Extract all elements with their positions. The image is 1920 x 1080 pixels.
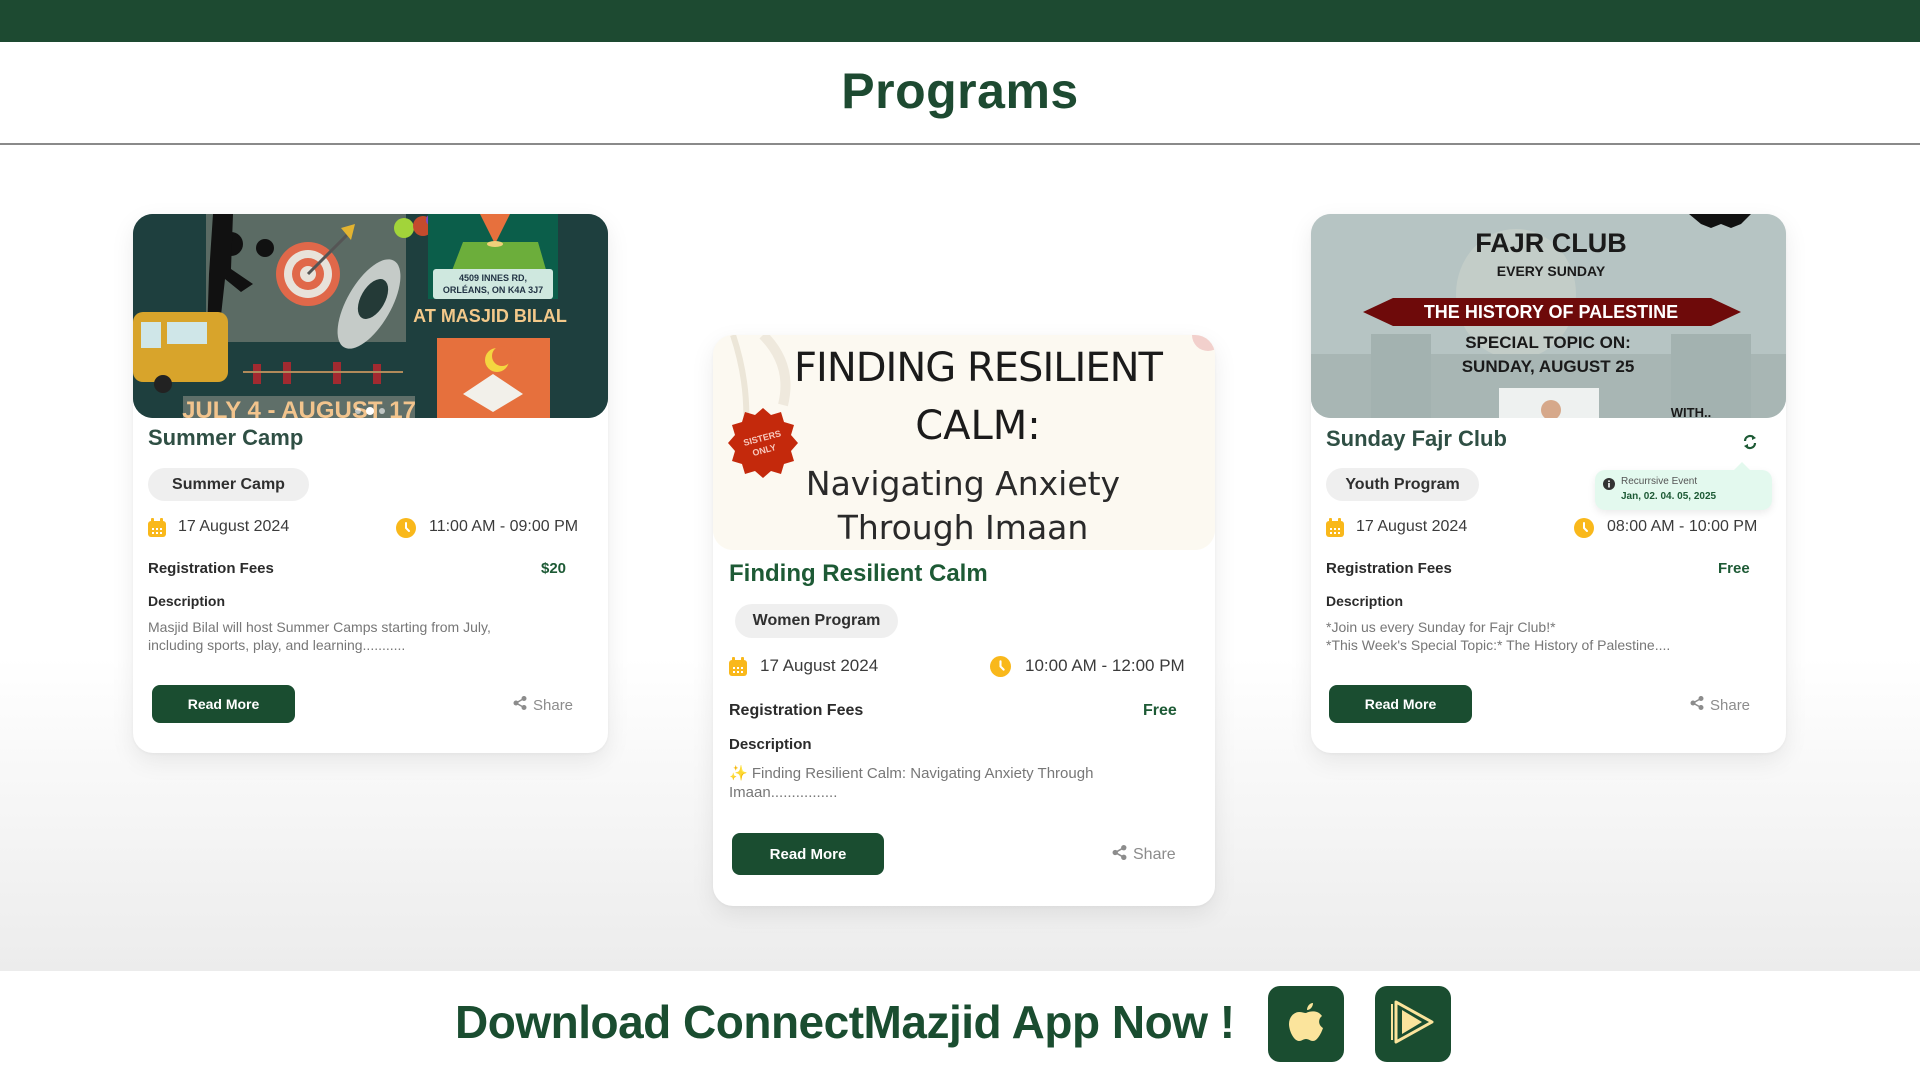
- program-card-sunday-fajr-club: FAJR CLUB EVERY SUNDAY THE HISTORY OF PA…: [1311, 214, 1786, 753]
- program-time: 08:00 AM - 10:00 PM: [1607, 518, 1758, 535]
- share-button[interactable]: Share: [1112, 845, 1176, 865]
- description-label: Description: [1326, 593, 1404, 609]
- clock-icon: [396, 518, 416, 543]
- fees-label: Registration Fees: [148, 560, 274, 577]
- share-icon: [1690, 696, 1704, 714]
- program-title[interactable]: Sunday Fajr Club: [1326, 426, 1507, 452]
- program-image[interactable]: 4509 INNES RD, ORLÉANS, ON K4A 3J7 AT MA…: [133, 214, 608, 418]
- program-description: Masjid Bilal will host Summer Camps star…: [148, 619, 491, 653]
- image-line5: WITH..: [1671, 405, 1711, 418]
- read-more-button[interactable]: Read More: [152, 685, 295, 723]
- play-store-button[interactable]: [1375, 986, 1451, 1062]
- category-tag: Summer Camp: [148, 468, 309, 501]
- image-line3: Navigating Anxiety: [806, 464, 1120, 503]
- share-icon: [1112, 845, 1127, 865]
- description-line1: *Join us every Sunday for Fajr Club!*: [1326, 619, 1556, 635]
- page-title: Programs: [841, 63, 1079, 119]
- program-time: 10:00 AM - 12:00 PM: [1025, 656, 1185, 675]
- image-line1: FINDING RESILIENT: [794, 345, 1163, 391]
- image-line4: Through Imaan: [837, 508, 1089, 547]
- share-button[interactable]: Share: [513, 696, 573, 714]
- image-line4: SUNDAY, AUGUST 25: [1462, 357, 1635, 376]
- program-date: 17 August 2024: [178, 518, 290, 535]
- fees-value: $20: [541, 560, 567, 577]
- calendar-icon: [148, 518, 166, 542]
- program-date: 17 August 2024: [1356, 518, 1468, 535]
- share-label: Share: [533, 696, 574, 714]
- program-time: 11:00 AM - 09:00 PM: [429, 518, 579, 535]
- calendar-icon: [1326, 518, 1344, 542]
- top-bar: [0, 0, 1920, 42]
- category-tag: Youth Program: [1326, 468, 1479, 501]
- program-image[interactable]: FINDING RESILIENT CALM: Navigating Anxie…: [713, 335, 1215, 550]
- image-line2: EVERY SUNDAY: [1497, 263, 1606, 279]
- image-banner: THE HISTORY OF PALESTINE: [1424, 302, 1678, 322]
- info-icon: [1603, 477, 1615, 495]
- share-icon: [513, 696, 527, 714]
- program-date: 17 August 2024: [760, 656, 879, 675]
- share-label: Share: [1710, 696, 1751, 714]
- tooltip-dates: Jan, 02. 04. 05, 2025: [1621, 491, 1717, 502]
- program-card-summer-camp: 4509 INNES RD, ORLÉANS, ON K4A 3J7 AT MA…: [133, 214, 608, 753]
- description-label: Description: [729, 736, 812, 753]
- tooltip-title: Recurrsive Event: [1621, 476, 1698, 487]
- description-label: Description: [148, 593, 226, 609]
- program-description: *Join us every Sunday for Fajr Club!* *T…: [1326, 619, 1746, 655]
- read-more-button[interactable]: Read More: [732, 833, 884, 875]
- fees-value: Free: [1718, 560, 1750, 577]
- clock-icon: [1574, 518, 1594, 543]
- fees-label: Registration Fees: [729, 702, 864, 719]
- carousel-dot-active[interactable]: [366, 407, 374, 415]
- play-store-icon: [1390, 998, 1436, 1051]
- carousel-dot[interactable]: [355, 408, 361, 414]
- category-tag: Women Program: [735, 604, 898, 638]
- fees-label: Registration Fees: [1326, 560, 1452, 577]
- image-address-line1: 4509 INNES RD,: [459, 273, 527, 283]
- apple-icon: [1286, 999, 1326, 1050]
- image-venue: AT MASJID BILAL: [413, 306, 567, 326]
- repeat-icon[interactable]: [1742, 434, 1758, 455]
- image-line2: CALM:: [915, 403, 1041, 449]
- image-line3: SPECIAL TOPIC ON:: [1465, 333, 1631, 352]
- clock-icon: [990, 656, 1011, 682]
- share-button[interactable]: Share: [1690, 696, 1750, 714]
- program-title[interactable]: Finding Resilient Calm: [729, 560, 988, 588]
- share-label: Share: [1133, 846, 1176, 863]
- description-line2: *This Week's Special Topic:* The History…: [1326, 636, 1671, 653]
- calendar-icon: [729, 657, 747, 681]
- program-title[interactable]: Summer Camp: [148, 425, 303, 451]
- program-card-finding-resilient-calm: FINDING RESILIENT CALM: Navigating Anxie…: [713, 335, 1215, 906]
- program-image[interactable]: FAJR CLUB EVERY SUNDAY THE HISTORY OF PA…: [1311, 214, 1786, 418]
- image-address-line2: ORLÉANS, ON K4A 3J7: [443, 285, 543, 295]
- recurring-event-tooltip: Recurrsive Event Jan, 02. 04. 05, 2025: [1595, 462, 1772, 510]
- app-store-button[interactable]: [1268, 986, 1344, 1062]
- program-description: ✨ Finding Resilient Calm: Navigating Anx…: [729, 765, 1094, 802]
- carousel-dots: [355, 407, 385, 415]
- image-line1: FAJR CLUB: [1475, 228, 1627, 258]
- read-more-button[interactable]: Read More: [1329, 685, 1472, 723]
- carousel-dot[interactable]: [379, 408, 385, 414]
- download-app-text: Download ConnectMazjid App Now !: [455, 996, 1235, 1048]
- fees-value: Free: [1143, 702, 1177, 719]
